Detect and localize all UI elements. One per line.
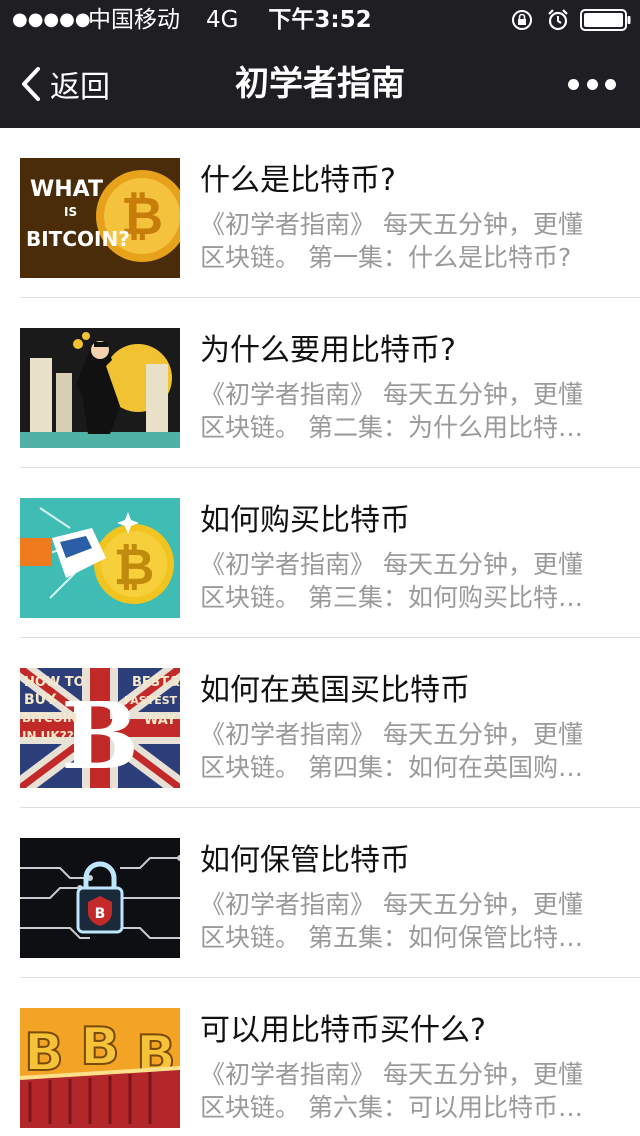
- list-item[interactable]: B HOW TO BUY BITCOIN IN UK?? BEST& FASTE…: [20, 638, 640, 808]
- desc-line-1: 《初学者指南》 每天五分钟，更懂: [200, 210, 583, 239]
- status-time: 下午3:52: [268, 7, 372, 33]
- list-item[interactable]: B B B 可以用比特币买什么? 《初学者指南》 每天五分钟，更懂 区块链。 第…: [20, 978, 640, 1136]
- article-description: 《初学者指南》 每天五分钟，更懂 区块链。 第六集：可以用比特币…: [200, 1058, 600, 1124]
- battery-icon: [580, 9, 631, 31]
- thumb-text-what: WHAT: [30, 177, 103, 202]
- article-thumbnail: ₿ WHAT IS BITCOIN?: [20, 158, 180, 278]
- article-title: 如何在英国买比特币: [200, 673, 470, 708]
- thumb-text-howto: HOW TO: [24, 675, 85, 690]
- article-list: ₿ WHAT IS BITCOIN? 什么是比特币? 《初学者指南》 每天五分钟…: [0, 128, 640, 1136]
- svg-text:B: B: [95, 906, 106, 922]
- desc-line-1: 《初学者指南》 每天五分钟，更懂: [200, 550, 583, 579]
- desc-line-2: 区块链。 第六集：可以用比特币…: [200, 1093, 583, 1122]
- article-thumbnail: [20, 328, 180, 448]
- desc-line-2: 区块链。 第一集：什么是比特币?: [200, 243, 572, 272]
- thumb-text-way: WAY: [144, 713, 177, 728]
- article-title: 为什么要用比特币?: [200, 333, 456, 368]
- thumb-text-best: BEST&: [132, 675, 180, 690]
- svg-text:₿: ₿: [114, 538, 155, 596]
- article-thumbnail: B B B: [20, 1008, 180, 1128]
- list-item[interactable]: ₿ WHAT IS BITCOIN? 什么是比特币? 《初学者指南》 每天五分钟…: [20, 128, 640, 298]
- article-description: 《初学者指南》 每天五分钟，更懂 区块链。 第四集：如何在英国购…: [200, 718, 600, 784]
- thumb-text-bitcoin: BITCOIN?: [26, 227, 130, 251]
- list-item[interactable]: 为什么要用比特币? 《初学者指南》 每天五分钟，更懂 区块链。 第二集：为什么用…: [20, 298, 640, 468]
- navigation-bar: 返回 初学者指南: [0, 40, 640, 128]
- thumb-text-inuk: IN UK??: [22, 729, 74, 743]
- thumb-text-fastest: FASTEST: [124, 694, 178, 707]
- list-item[interactable]: ₿ 如何购买比特币 《初学者指南》 每天五分钟，更懂 区块链。 第三集：如何购买…: [20, 468, 640, 638]
- article-description: 《初学者指南》 每天五分钟，更懂 区块链。 第三集：如何购买比特…: [200, 548, 600, 614]
- desc-line-1: 《初学者指南》 每天五分钟，更懂: [200, 890, 583, 919]
- article-title: 如何保管比特币: [200, 843, 410, 878]
- article-title: 什么是比特币?: [200, 163, 396, 198]
- alarm-clock-icon: [548, 9, 568, 31]
- more-dots-icon[interactable]: [568, 76, 616, 92]
- desc-line-1: 《初学者指南》 每天五分钟，更懂: [200, 380, 583, 409]
- desc-line-2: 区块链。 第四集：如何在英国购…: [200, 753, 583, 782]
- article-title: 如何购买比特币: [200, 503, 410, 538]
- article-thumbnail: B HOW TO BUY BITCOIN IN UK?? BEST& FASTE…: [20, 668, 180, 788]
- list-item[interactable]: B 如何保管比特币 《初学者指南》 每天五分钟，更懂 区块链。 第五集：如何保管…: [20, 808, 640, 978]
- article-thumbnail: ₿: [20, 498, 180, 618]
- article-thumbnail: B: [20, 838, 180, 958]
- status-bar: ●●●●● 中国移动 4G 下午3:52: [0, 0, 640, 40]
- thumb-text-buy: BUY: [24, 692, 57, 708]
- article-description: 《初学者指南》 每天五分钟，更懂 区块链。 第五集：如何保管比特…: [200, 888, 600, 954]
- desc-line-1: 《初学者指南》 每天五分钟，更懂: [200, 1060, 583, 1089]
- svg-text:B: B: [80, 1017, 120, 1077]
- desc-line-2: 区块链。 第五集：如何保管比特…: [200, 923, 583, 952]
- desc-line-1: 《初学者指南》 每天五分钟，更懂: [200, 720, 583, 749]
- article-description: 《初学者指南》 每天五分钟，更懂 区块链。 第一集：什么是比特币?: [200, 208, 600, 274]
- desc-line-2: 区块链。 第二集：为什么用比特…: [200, 413, 583, 442]
- page-title: 初学者指南: [235, 64, 405, 104]
- desc-line-2: 区块链。 第三集：如何购买比特…: [200, 583, 583, 612]
- thumb-text-bitcoin: BITCOIN: [22, 711, 77, 725]
- thumb-text-is: IS: [64, 205, 77, 219]
- article-title: 可以用比特币买什么?: [200, 1013, 486, 1048]
- rotation-lock-icon: [512, 10, 532, 30]
- article-description: 《初学者指南》 每天五分钟，更懂 区块链。 第二集：为什么用比特…: [200, 378, 600, 444]
